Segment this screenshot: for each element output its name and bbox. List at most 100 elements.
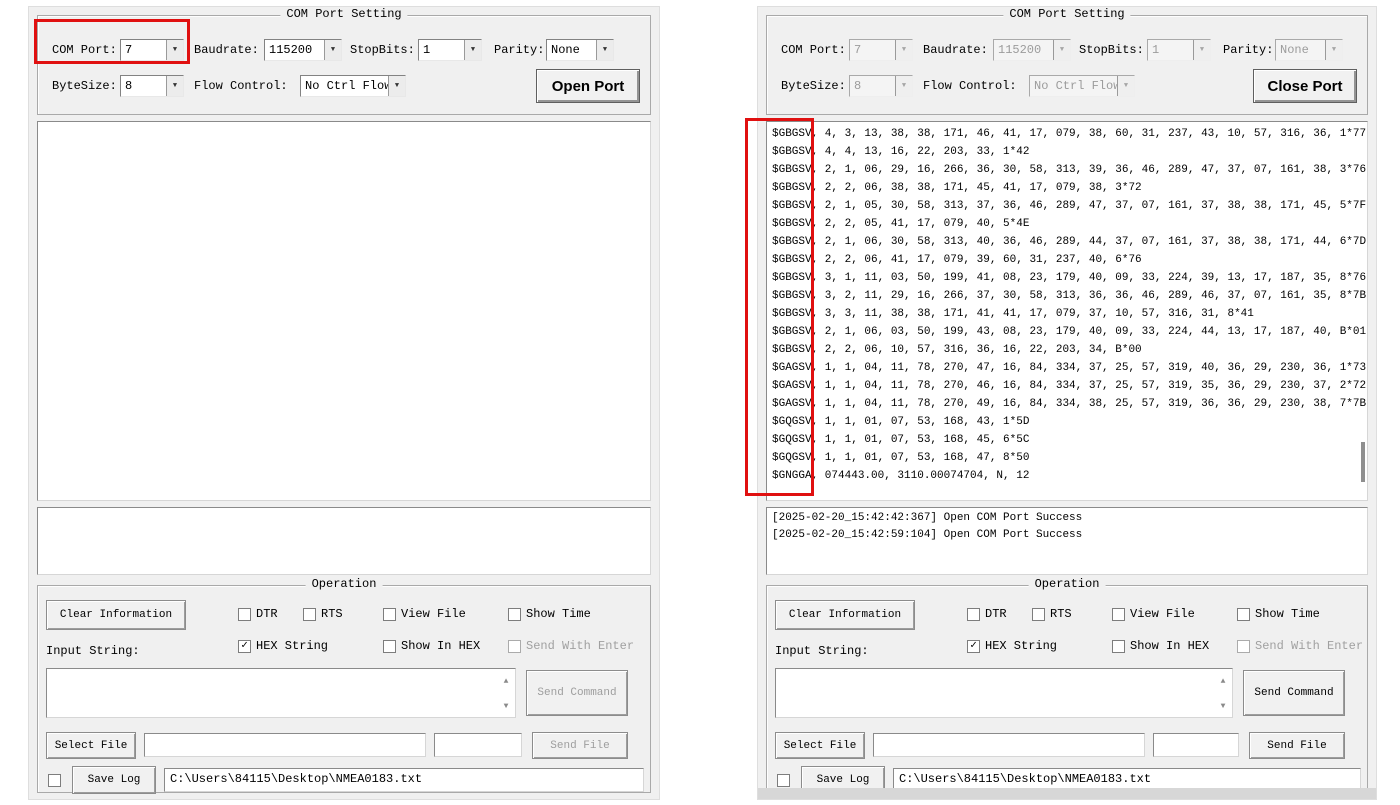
checkbox-box[interactable] bbox=[967, 608, 980, 621]
receive-data-area[interactable]: $GBGSV, 4, 3, 13, 38, 38, 171, 46, 41, 1… bbox=[766, 121, 1368, 501]
spinner-down-icon[interactable]: ▼ bbox=[500, 702, 512, 711]
checkbox-box[interactable] bbox=[383, 608, 396, 621]
flow-control-label: Flow Control: bbox=[923, 79, 1017, 93]
checkbox-box[interactable] bbox=[48, 774, 61, 787]
rts-checkbox[interactable]: RTS bbox=[303, 606, 343, 622]
checkbox-box[interactable] bbox=[1032, 608, 1045, 621]
flow-control-label: Flow Control: bbox=[194, 79, 288, 93]
hex-string-checkbox[interactable]: ✓ HEX String bbox=[238, 638, 328, 654]
file-progress-field bbox=[1153, 733, 1239, 757]
dtr-checkbox[interactable]: DTR bbox=[238, 606, 278, 622]
checkbox-label: Show In HEX bbox=[401, 639, 480, 653]
send-file-button[interactable]: Send File bbox=[1249, 732, 1345, 759]
com-port-select[interactable]: 7 ▼ bbox=[120, 39, 184, 61]
close-port-button[interactable]: Close Port bbox=[1253, 69, 1357, 103]
checkbox-label: View File bbox=[1130, 607, 1195, 621]
send-command-button[interactable]: Send Command bbox=[1243, 670, 1345, 716]
file-path-field[interactable] bbox=[873, 733, 1145, 757]
save-log-button[interactable]: Save Log bbox=[72, 766, 156, 794]
checkbox-box[interactable] bbox=[1112, 640, 1125, 653]
checkbox-box[interactable]: ✓ bbox=[238, 640, 251, 653]
data-line: [2025-02-20_15:42:59:104] Open COM Port … bbox=[772, 527, 1365, 544]
checkbox-box[interactable] bbox=[383, 640, 396, 653]
checkbox-box[interactable] bbox=[303, 608, 316, 621]
parity-value: None bbox=[1276, 40, 1325, 60]
status-log-area[interactable] bbox=[37, 507, 651, 575]
checkbox-label: RTS bbox=[1050, 607, 1072, 621]
checkbox-label: View File bbox=[401, 607, 466, 621]
chevron-down-icon: ▼ bbox=[895, 40, 912, 60]
operation-group: Operation Clear Information DTR RTS View… bbox=[37, 585, 651, 793]
checkbox-box[interactable] bbox=[238, 608, 251, 621]
save-log-checkbox[interactable] bbox=[48, 772, 61, 788]
data-line: $GBGSV, 2, 2, 06, 41, 17, 079, 39, 60, 3… bbox=[772, 251, 1365, 269]
rts-checkbox[interactable]: RTS bbox=[1032, 606, 1072, 622]
checkbox-box[interactable]: ✓ bbox=[967, 640, 980, 653]
show-in-hex-checkbox[interactable]: Show In HEX bbox=[1112, 638, 1209, 654]
bytesize-select[interactable]: 8 ▼ bbox=[120, 75, 184, 97]
stopbits-label: StopBits: bbox=[350, 43, 415, 57]
view-file-checkbox[interactable]: View File bbox=[1112, 606, 1195, 622]
parity-value: None bbox=[547, 40, 596, 60]
input-string-label: Input String: bbox=[46, 644, 140, 658]
checkbox-label: DTR bbox=[985, 607, 1007, 621]
chevron-down-icon[interactable]: ▼ bbox=[464, 40, 481, 60]
dtr-checkbox[interactable]: DTR bbox=[967, 606, 1007, 622]
chevron-down-icon[interactable]: ▼ bbox=[596, 40, 613, 60]
chevron-down-icon[interactable]: ▼ bbox=[324, 40, 341, 60]
baudrate-label: Baudrate: bbox=[194, 43, 259, 57]
open-port-button[interactable]: Open Port bbox=[536, 69, 640, 103]
checkbox-box[interactable] bbox=[1237, 608, 1250, 621]
log-path-field[interactable]: C:\Users\84115\Desktop\NMEA0183.txt bbox=[164, 768, 644, 792]
input-string-field[interactable]: ▲ ▼ bbox=[46, 668, 516, 718]
checkbox-label: HEX String bbox=[985, 639, 1057, 653]
send-command-button: Send Command bbox=[526, 670, 628, 716]
scrollbar-thumb[interactable] bbox=[1361, 442, 1365, 482]
data-line: $GQGSV, 1, 1, 01, 07, 53, 168, 43, 1*5D bbox=[772, 413, 1365, 431]
spinner-up-icon[interactable]: ▲ bbox=[500, 677, 512, 686]
receive-data-area[interactable] bbox=[37, 121, 651, 501]
bytesize-value: 8 bbox=[850, 76, 895, 96]
operation-group: Operation Clear Information DTR RTS View… bbox=[766, 585, 1368, 793]
bytesize-value: 8 bbox=[121, 76, 166, 96]
data-line: $GQGSV, 1, 1, 01, 07, 53, 168, 47, 8*50 bbox=[772, 449, 1365, 467]
clear-information-button[interactable]: Clear Information bbox=[775, 600, 915, 630]
data-line: $GBGSV, 2, 1, 05, 30, 58, 313, 37, 36, 4… bbox=[772, 197, 1365, 215]
chevron-down-icon: ▼ bbox=[1053, 40, 1070, 60]
show-time-checkbox[interactable]: Show Time bbox=[508, 606, 591, 622]
status-log-area[interactable]: [2025-02-20_15:42:42:367] Open COM Port … bbox=[766, 507, 1368, 575]
spinner-up-icon[interactable]: ▲ bbox=[1217, 677, 1229, 686]
chevron-down-icon: ▼ bbox=[1117, 76, 1134, 96]
data-line: $GQGSV, 1, 1, 01, 07, 53, 168, 45, 6*5C bbox=[772, 431, 1365, 449]
baudrate-select[interactable]: 115200 ▼ bbox=[264, 39, 342, 61]
checkbox-box[interactable] bbox=[777, 774, 790, 787]
checkbox-label: HEX String bbox=[256, 639, 328, 653]
parity-select[interactable]: None ▼ bbox=[546, 39, 614, 61]
checkbox-label: Send With Enter bbox=[1255, 639, 1363, 653]
view-file-checkbox[interactable]: View File bbox=[383, 606, 466, 622]
serial-tool-window-right: COM Port Setting COM Port: 7 ▼ Baudrate:… bbox=[757, 6, 1377, 800]
stopbits-select[interactable]: 1 ▼ bbox=[418, 39, 482, 61]
show-time-checkbox[interactable]: Show Time bbox=[1237, 606, 1320, 622]
data-line: [2025-02-20_15:42:42:367] Open COM Port … bbox=[772, 510, 1365, 527]
save-log-checkbox[interactable] bbox=[777, 772, 790, 788]
hex-string-checkbox[interactable]: ✓ HEX String bbox=[967, 638, 1057, 654]
clear-information-button[interactable]: Clear Information bbox=[46, 600, 186, 630]
stopbits-select: 1 ▼ bbox=[1147, 39, 1211, 61]
chevron-down-icon[interactable]: ▼ bbox=[166, 76, 183, 96]
com-port-label: COM Port: bbox=[781, 43, 846, 57]
select-file-button[interactable]: Select File bbox=[46, 732, 136, 759]
select-file-button[interactable]: Select File bbox=[775, 732, 865, 759]
stopbits-value: 1 bbox=[1148, 40, 1193, 60]
chevron-down-icon[interactable]: ▼ bbox=[388, 76, 405, 96]
show-in-hex-checkbox[interactable]: Show In HEX bbox=[383, 638, 480, 654]
checkbox-box[interactable] bbox=[508, 608, 521, 621]
flow-control-select[interactable]: No Ctrl Flow ▼ bbox=[300, 75, 406, 97]
data-line: $GBGSV, 2, 1, 06, 29, 16, 266, 36, 30, 5… bbox=[772, 161, 1365, 179]
checkbox-box[interactable] bbox=[1112, 608, 1125, 621]
spinner-down-icon[interactable]: ▼ bbox=[1217, 702, 1229, 711]
file-path-field[interactable] bbox=[144, 733, 426, 757]
checkbox-label: DTR bbox=[256, 607, 278, 621]
input-string-field[interactable]: ▲ ▼ bbox=[775, 668, 1233, 718]
chevron-down-icon[interactable]: ▼ bbox=[166, 40, 183, 60]
